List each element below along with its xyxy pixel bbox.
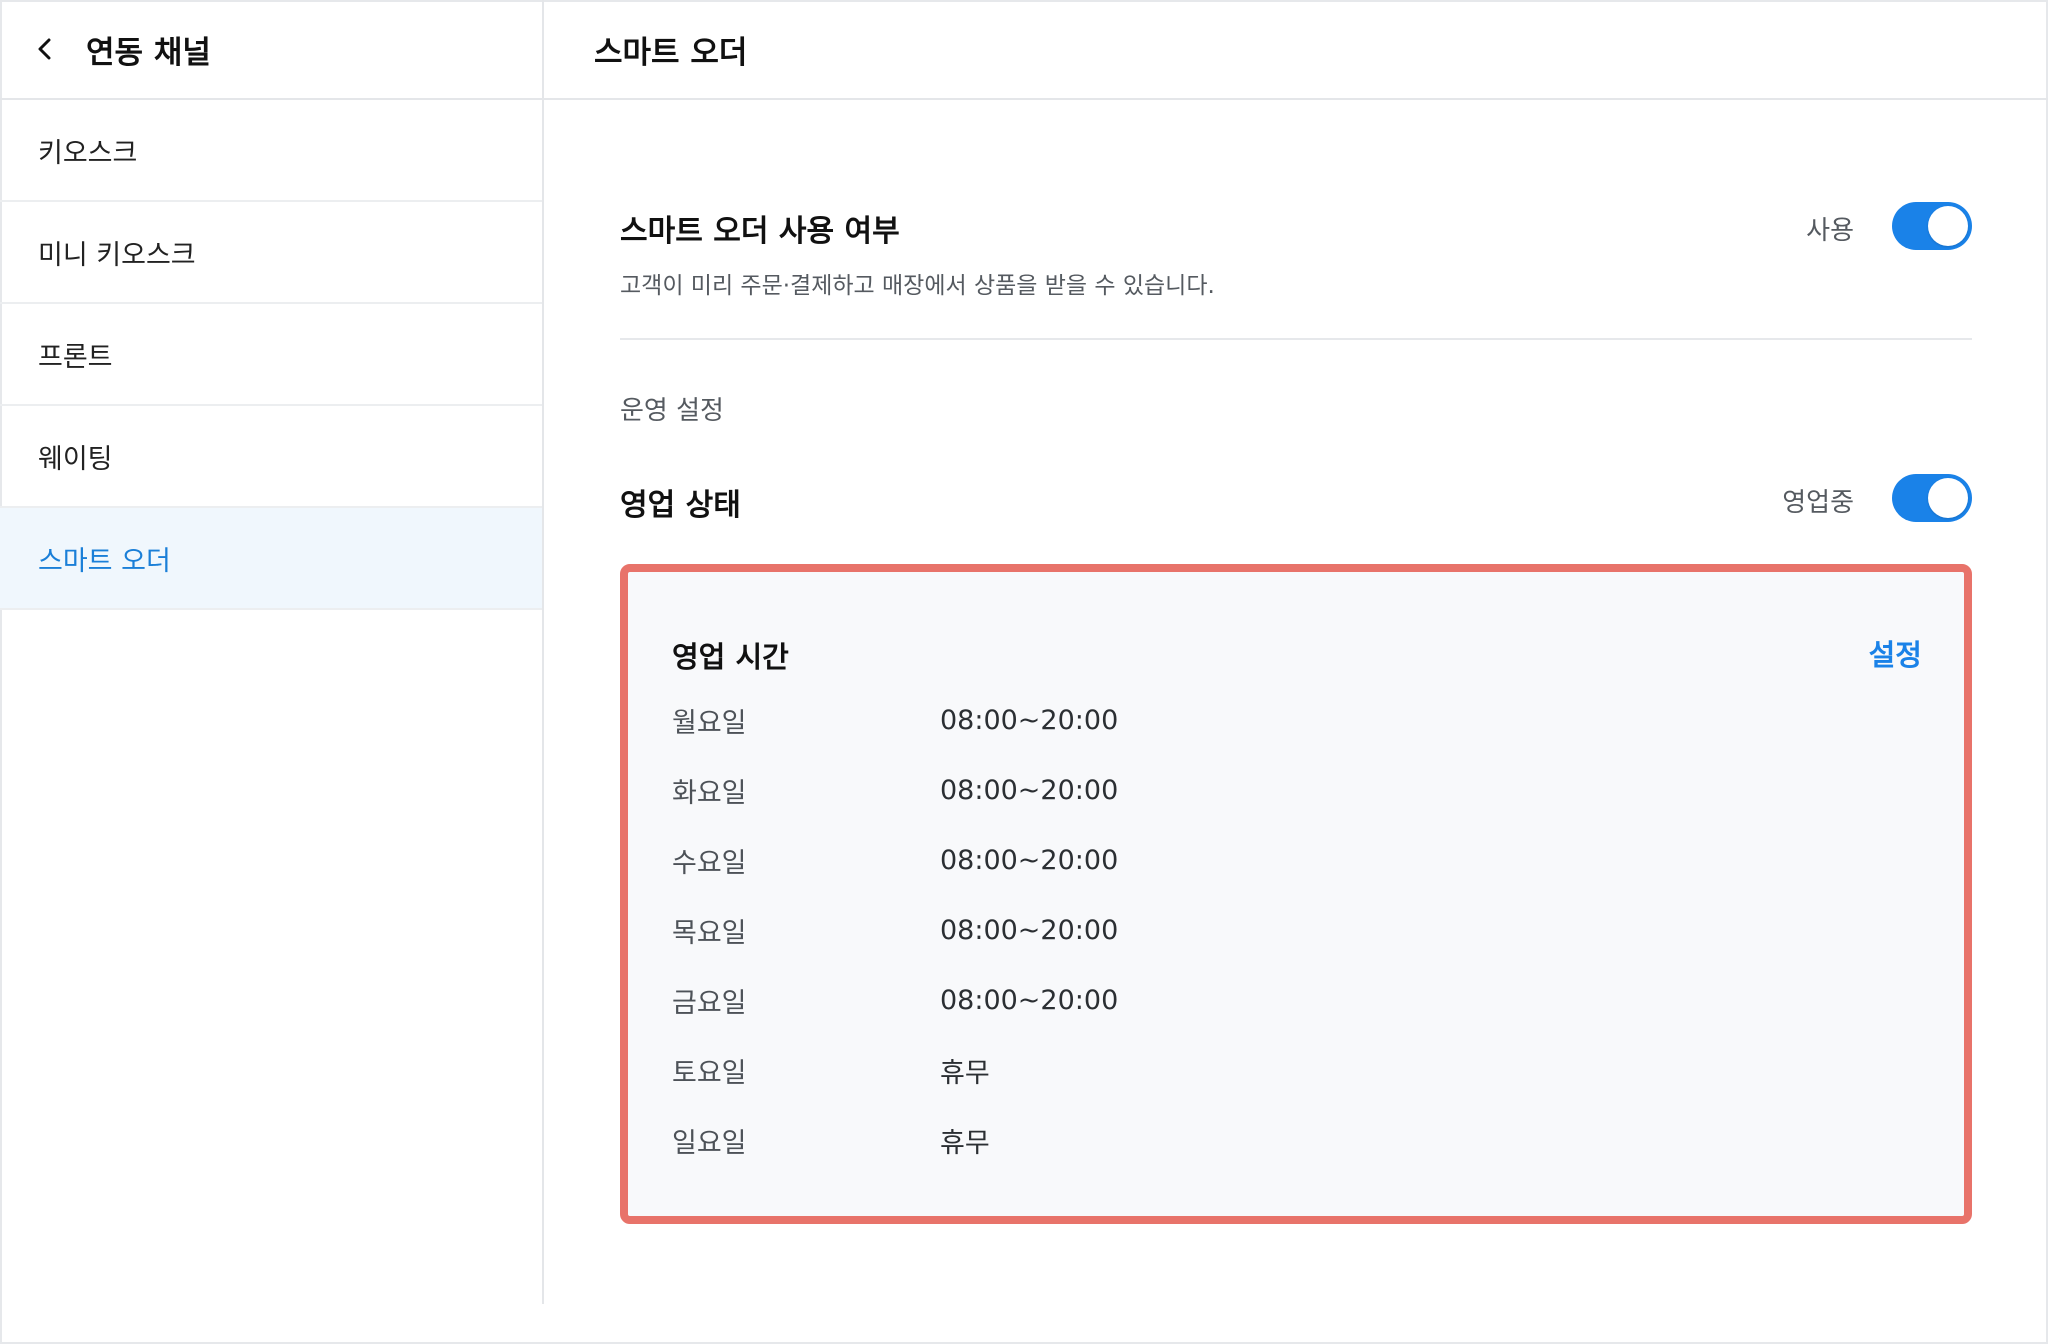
usage-description: 고객이 미리 주문·결제하고 매장에서 상품을 받을 수 있습니다. [620, 273, 1215, 299]
time-value: 08:00~20:00 [940, 984, 1119, 1016]
time-value: 휴무 [940, 1057, 990, 1089]
usage-title: 스마트 오더 사용 여부 [620, 214, 900, 249]
hours-title: 영업 시간 [672, 640, 789, 674]
business-hours-card: 영업 시간 설정 월요일 08:00~20:00 화요일 08:00~20:00… [620, 564, 1972, 1224]
hours-row: 일요일 휴무 [672, 1120, 990, 1160]
time-value: 08:00~20:00 [940, 774, 1119, 806]
day-label: 토요일 [672, 1057, 747, 1089]
day-label: 목요일 [672, 917, 747, 949]
hours-row: 수요일 08:00~20:00 [672, 840, 1118, 880]
hours-row: 월요일 08:00~20:00 [672, 700, 1118, 740]
chevron-left-icon[interactable] [34, 38, 56, 60]
sidebar-item-kiosk[interactable]: 키오스크 [0, 100, 542, 202]
hours-row: 토요일 휴무 [672, 1050, 990, 1090]
main-panel: 스마트 오더 스마트 오더 사용 여부 고객이 미리 주문·결제하고 매장에서 … [544, 0, 2048, 1344]
time-value: 08:00~20:00 [940, 914, 1119, 946]
status-toggle-label: 영업중 [1782, 488, 1854, 518]
divider [620, 338, 1972, 340]
status-title: 영업 상태 [620, 488, 741, 523]
hours-row: 목요일 08:00~20:00 [672, 910, 1118, 950]
sidebar-item-smart-order[interactable]: 스마트 오더 [0, 508, 542, 610]
section-label: 운영 설정 [620, 396, 724, 426]
day-label: 수요일 [672, 847, 747, 879]
day-label: 화요일 [672, 777, 747, 809]
hours-set-button[interactable]: 설정 [1869, 632, 1922, 674]
hours-row: 화요일 08:00~20:00 [672, 770, 1118, 810]
usage-toggle[interactable] [1892, 202, 1972, 250]
time-value: 08:00~20:00 [940, 844, 1119, 876]
sidebar-item-waiting[interactable]: 웨이팅 [0, 406, 542, 508]
toggle-knob [1928, 206, 1968, 246]
time-value: 휴무 [940, 1127, 990, 1159]
sidebar-item-mini-kiosk[interactable]: 미니 키오스크 [0, 202, 542, 304]
hours-row: 금요일 08:00~20:00 [672, 980, 1118, 1020]
day-label: 일요일 [672, 1127, 747, 1159]
page-title: 스마트 오더 [594, 34, 748, 71]
sidebar-title: 연동 채널 [86, 34, 211, 71]
status-toggle[interactable] [1892, 474, 1972, 522]
day-label: 금요일 [672, 987, 747, 1019]
sidebar-item-front[interactable]: 프론트 [0, 304, 542, 406]
sidebar: 연동 채널 키오스크 미니 키오스크 프론트 웨이팅 스마트 오더 [0, 0, 544, 1304]
sidebar-header: 연동 채널 [0, 0, 542, 100]
usage-toggle-label: 사용 [1806, 216, 1854, 246]
day-label: 월요일 [672, 707, 747, 739]
toggle-knob [1928, 478, 1968, 518]
main-header: 스마트 오더 [544, 0, 2048, 100]
time-value: 08:00~20:00 [940, 704, 1119, 736]
